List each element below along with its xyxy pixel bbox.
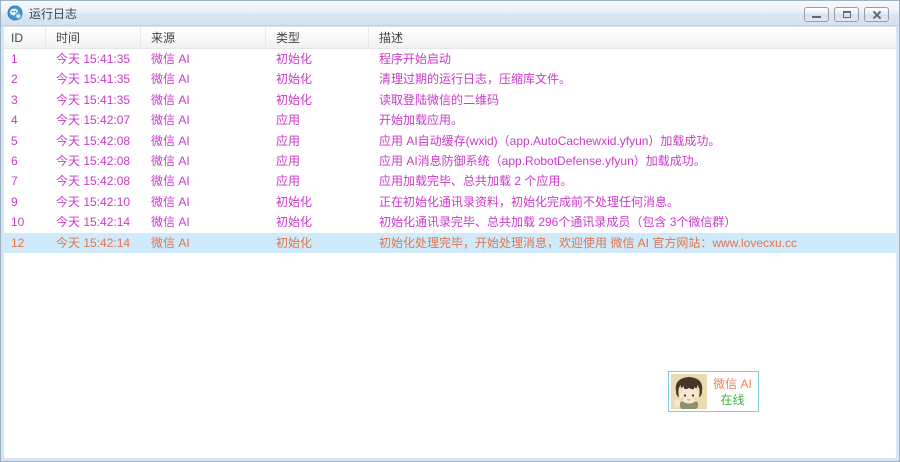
cell-time: 今天 15:41:35 <box>56 72 131 87</box>
bot-status-texts: 微信 AI 在线 <box>707 376 758 408</box>
title-bar[interactable]: 运行日志 <box>1 1 899 26</box>
table-row[interactable]: 6 今天 15:42:08 微信 AI 应用 应用 AI消息防御系统（app.R… <box>4 151 896 171</box>
cell-id: 6 <box>11 153 18 168</box>
window-controls <box>804 7 889 22</box>
table-row[interactable]: 9 今天 15:42:10 微信 AI 初始化 正在初始化通讯录资料，初始化完成… <box>4 192 896 212</box>
table-row[interactable]: 3 今天 15:41:35 微信 AI 初始化 读取登陆微信的二维码 <box>4 90 896 110</box>
cell-id: 1 <box>11 52 18 66</box>
run-log-window: 运行日志 ID 时间 来源 类型 描述 1 今天 15:41:35 微信 AI … <box>0 0 900 462</box>
cell-time: 今天 15:41:35 <box>56 92 131 107</box>
cell-id: 3 <box>11 92 18 107</box>
cell-description: 应用 AI自动缓存(wxid)（app.AutoCachewxid.yfyun）… <box>379 133 721 148</box>
table-row[interactable]: 4 今天 15:42:07 微信 AI 应用 开始加载应用。 <box>4 110 896 130</box>
cell-type: 应用 <box>276 153 301 168</box>
close-icon <box>872 10 882 20</box>
log-content: ID 时间 来源 类型 描述 1 今天 15:41:35 微信 AI 初始化 程… <box>4 27 896 458</box>
column-header-id[interactable]: ID <box>4 27 46 48</box>
cell-type: 初始化 <box>276 72 313 87</box>
cell-type: 初始化 <box>276 215 313 230</box>
cell-time: 今天 15:42:08 <box>56 153 131 168</box>
cell-source: 微信 AI <box>151 174 190 189</box>
window-title: 运行日志 <box>29 6 78 21</box>
cell-type: 初始化 <box>276 52 313 66</box>
cell-source: 微信 AI <box>151 113 190 128</box>
cell-type: 应用 <box>276 133 301 148</box>
cell-description: 初始化通讯录完毕、总共加载 296个通讯录成员（包含 3个微信群） <box>379 215 737 230</box>
close-button[interactable] <box>864 7 889 22</box>
cell-description: 应用加载完毕、总共加载 2 个应用。 <box>379 174 573 189</box>
cell-type: 应用 <box>276 113 301 128</box>
table-row[interactable]: 12 今天 15:42:14 微信 AI 初始化 初始化处理完毕，开始处理消息，… <box>4 232 896 253</box>
cell-time: 今天 15:42:14 <box>56 235 131 250</box>
cell-source: 微信 AI <box>151 153 190 168</box>
cell-id: 2 <box>11 72 18 87</box>
column-header-source[interactable]: 来源 <box>141 27 266 48</box>
cell-id: 7 <box>11 174 18 189</box>
table-row[interactable]: 1 今天 15:41:35 微信 AI 初始化 程序开始启动 <box>4 49 896 69</box>
cell-source: 微信 AI <box>151 215 190 230</box>
cell-id: 10 <box>11 215 25 230</box>
maximize-button[interactable] <box>834 7 859 22</box>
cell-id: 9 <box>11 194 18 209</box>
cell-source: 微信 AI <box>151 194 190 209</box>
cell-type: 初始化 <box>276 92 313 107</box>
cell-source: 微信 AI <box>151 52 190 66</box>
minimize-icon <box>812 16 821 18</box>
bot-online-status: 在线 <box>720 392 745 407</box>
app-logo-icon <box>7 5 23 21</box>
column-header-type[interactable]: 类型 <box>266 27 369 48</box>
bot-status-widget[interactable]: 微信 AI 在线 <box>668 371 759 412</box>
cell-type: 应用 <box>276 174 301 189</box>
table-body: 1 今天 15:41:35 微信 AI 初始化 程序开始启动 2 今天 15:4… <box>4 49 896 253</box>
cell-type: 初始化 <box>276 194 313 209</box>
table-row[interactable]: 5 今天 15:42:08 微信 AI 应用 应用 AI自动缓存(wxid)（a… <box>4 131 896 151</box>
cell-description: 正在初始化通讯录资料，初始化完成前不处理任何消息。 <box>379 194 680 209</box>
cell-time: 今天 15:42:10 <box>56 194 131 209</box>
cell-id: 12 <box>11 235 25 250</box>
cell-description: 开始加载应用。 <box>379 113 464 128</box>
maximize-icon <box>843 11 851 18</box>
table-row[interactable]: 7 今天 15:42:08 微信 AI 应用 应用加载完毕、总共加载 2 个应用… <box>4 171 896 191</box>
cell-time: 今天 15:42:08 <box>56 174 131 189</box>
cell-id: 4 <box>11 113 18 128</box>
cell-time: 今天 15:41:35 <box>56 52 131 66</box>
cell-time: 今天 15:42:14 <box>56 215 131 230</box>
cell-description: 应用 AI消息防御系统（app.RobotDefense.yfyun）加载成功。 <box>379 153 706 168</box>
minimize-button[interactable] <box>804 7 829 22</box>
cell-description: 程序开始启动 <box>379 52 452 66</box>
column-header-time[interactable]: 时间 <box>46 27 141 48</box>
cell-description: 清理过期的运行日志，压缩库文件。 <box>379 72 572 87</box>
cell-source: 微信 AI <box>151 72 190 87</box>
cell-time: 今天 15:42:08 <box>56 133 131 148</box>
cell-source: 微信 AI <box>151 133 190 148</box>
table-header: ID 时间 来源 类型 描述 <box>4 27 896 49</box>
cell-type: 初始化 <box>276 235 313 250</box>
table-row[interactable]: 2 今天 15:41:35 微信 AI 初始化 清理过期的运行日志，压缩库文件。 <box>4 69 896 89</box>
cell-description: 初始化处理完毕，开始处理消息，欢迎使用 微信 AI 官方网站：www.lovec… <box>379 235 798 250</box>
cell-source: 微信 AI <box>151 235 190 250</box>
cell-id: 5 <box>11 133 18 148</box>
cell-time: 今天 15:42:07 <box>56 113 131 128</box>
bot-avatar-image <box>671 374 707 409</box>
bot-name-label: 微信 AI <box>713 376 752 391</box>
cell-description: 读取登陆微信的二维码 <box>379 92 500 107</box>
column-header-description[interactable]: 描述 <box>369 27 896 48</box>
cell-source: 微信 AI <box>151 92 190 107</box>
table-row[interactable]: 10 今天 15:42:14 微信 AI 初始化 初始化通讯录完毕、总共加载 2… <box>4 212 896 232</box>
